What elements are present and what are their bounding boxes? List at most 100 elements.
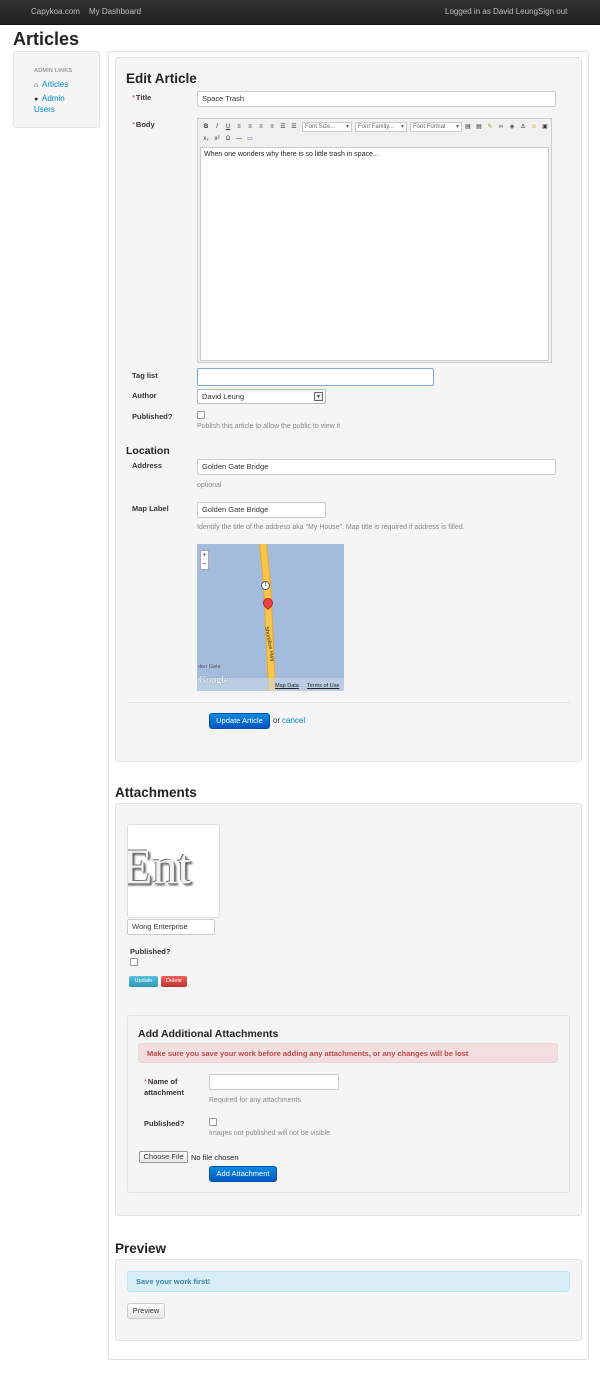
brand-link[interactable]: Capykoa.com (31, 7, 80, 16)
preview-heading: Preview (115, 1241, 167, 1256)
location-map[interactable]: 1 Shoreline Hwy + − den Gate Google Map … (197, 544, 344, 691)
align-right-icon[interactable]: ≡ (256, 122, 266, 132)
zoom-in-icon[interactable]: + (201, 551, 208, 560)
sidebar-header: ADMIN LINKS (34, 68, 73, 74)
font-format-select[interactable]: Font Format ▾ (410, 121, 462, 132)
map-place-label: den Gate (198, 664, 221, 670)
subscript-icon[interactable]: x₂ (201, 134, 211, 144)
update-attachment-button[interactable]: Update (129, 976, 158, 987)
align-justify-icon[interactable]: ≡ (267, 122, 277, 132)
logged-in-user[interactable]: Logged in as David Leung (445, 7, 538, 16)
new-attachment-published-checkbox[interactable] (209, 1118, 217, 1126)
map-label-label: Map Label (132, 504, 169, 513)
unordered-list-icon[interactable]: ☰ (289, 122, 299, 132)
author-select[interactable]: David Leung ▼ (197, 389, 326, 404)
signout-link[interactable]: Sign out (538, 7, 567, 16)
no-file-chosen-text: No file chosen (191, 1153, 239, 1162)
new-attachment-name-input[interactable] (209, 1074, 339, 1090)
attachment-name-label: *Name of attachment (144, 1077, 185, 1097)
author-label: Author (132, 391, 157, 400)
cancel-link[interactable]: cancel (282, 716, 305, 725)
add-attachments-heading: Add Additional Attachments (138, 1028, 279, 1040)
or-text: or (273, 716, 281, 725)
admin-sidebar: ADMIN LINKS ⌂ Articles ● Admin Users (13, 51, 100, 128)
image-icon[interactable]: ▣ (540, 122, 550, 132)
font-family-select[interactable]: Font Family... ▾ (355, 121, 407, 132)
add-attachment-button[interactable]: Add Attachment (209, 1166, 277, 1182)
attachment-name-help: Required for any attachments (209, 1097, 301, 1104)
rich-text-editor: B I U ≡ ≡ ≡ ≡ ☰ ☰ Font Size... ▾ Font Fam… (197, 118, 552, 363)
editor-body[interactable]: When one wonders why there is so little … (200, 147, 549, 361)
address-help: optional (197, 482, 222, 489)
ordered-list-icon[interactable]: ☰ (278, 122, 288, 132)
attachment-published-checkbox[interactable] (130, 958, 138, 966)
choose-file-button[interactable]: Choose File (139, 1151, 188, 1163)
paste-icon[interactable]: ✎ (485, 122, 495, 132)
horizontal-rule-icon[interactable]: — (234, 134, 244, 144)
map-label-help: Identify the title of the address aka "M… (197, 524, 465, 531)
route-shield-icon: 1 (261, 581, 270, 590)
preview-button[interactable]: Preview (127, 1303, 165, 1319)
chevron-down-icon: ▼ (314, 392, 323, 401)
page-title: Articles (13, 29, 80, 49)
zoom-control: + − (200, 550, 209, 570)
attachment-name-input[interactable]: Wong Enterprise (127, 919, 215, 935)
map-data-link[interactable]: Map Data (275, 683, 299, 689)
attachment-published-label: Published? (130, 947, 171, 956)
zoom-out-icon[interactable]: − (201, 560, 208, 569)
italic-icon[interactable]: I (212, 122, 222, 132)
map-label-input[interactable]: Golden Gate Bridge (197, 502, 326, 518)
terms-of-use-link[interactable]: Terms of Use (307, 683, 339, 689)
sidebar-item-label-2: Users (34, 105, 55, 114)
address-input[interactable]: Golden Gate Bridge (197, 459, 556, 475)
sidebar-item-admin-users[interactable]: ● Admin Users (34, 94, 65, 115)
align-center-icon[interactable]: ≡ (245, 122, 255, 132)
tag-list-label: Tag list (132, 371, 158, 380)
tag-list-input[interactable] (197, 368, 434, 386)
save-warning-alert: Make sure you save your work before addi… (138, 1043, 558, 1063)
underline-icon[interactable]: U (223, 122, 233, 132)
emoticon-icon[interactable]: ☺ (529, 122, 539, 132)
cut-icon[interactable]: ▤ (463, 122, 473, 132)
user-icon: ● (34, 96, 39, 103)
thumbnail-image-text: Ent (127, 838, 192, 894)
anchor-icon[interactable]: ⚓ (518, 122, 528, 132)
edit-article-heading: Edit Article (126, 71, 197, 86)
sidebar-item-articles[interactable]: ⌂ Articles (34, 80, 68, 91)
editor-toolbar-row-1: B I U ≡ ≡ ≡ ≡ ☰ ☰ Font Size... ▾ Font Fam… (201, 121, 550, 132)
form-divider (127, 702, 570, 703)
author-select-value: David Leung (202, 392, 245, 401)
link-icon[interactable]: ∞ (496, 122, 506, 132)
special-char-icon[interactable]: Ω (223, 134, 233, 144)
new-attachment-published-help: Images not published will not be visible… (209, 1130, 332, 1137)
google-logo: Google (199, 675, 229, 686)
font-size-select[interactable]: Font Size... ▾ (302, 121, 352, 132)
update-article-button[interactable]: Update Article (209, 713, 270, 729)
published-help: Publish this article to allow the public… (197, 423, 341, 430)
attachment-thumbnail[interactable]: Ent (127, 824, 220, 918)
sidebar-item-label: Articles (42, 80, 69, 89)
address-label: Address (132, 461, 163, 470)
body-label: *Body (132, 120, 155, 129)
published-checkbox[interactable] (197, 411, 205, 419)
media-icon[interactable]: ▭ (245, 134, 255, 144)
superscript-icon[interactable]: x² (212, 134, 222, 144)
bold-icon[interactable]: B (201, 122, 211, 132)
add-attachments-panel (127, 1015, 570, 1193)
title-label: *Title (132, 93, 152, 102)
location-heading: Location (126, 445, 170, 457)
attachments-heading: Attachments (115, 785, 197, 800)
editor-toolbar-row-2: x₂ x² Ω — ▭ (201, 133, 255, 144)
title-input[interactable]: Space Trash (197, 91, 556, 107)
copy-icon[interactable]: ▤ (474, 122, 484, 132)
home-icon: ⌂ (34, 82, 39, 89)
delete-attachment-button[interactable]: Delete (161, 976, 187, 987)
top-navbar: Capykoa.com My Dashboard Logged in as Da… (0, 0, 600, 25)
sidebar-item-label: Admin (42, 94, 65, 103)
align-left-icon[interactable]: ≡ (234, 122, 244, 132)
dashboard-link[interactable]: My Dashboard (89, 7, 141, 16)
save-first-alert: Save your work first! (127, 1271, 570, 1292)
published-label: Published? (132, 412, 173, 421)
unlink-icon[interactable]: ◈ (507, 122, 517, 132)
new-attachment-published-label: Published? (144, 1119, 185, 1128)
